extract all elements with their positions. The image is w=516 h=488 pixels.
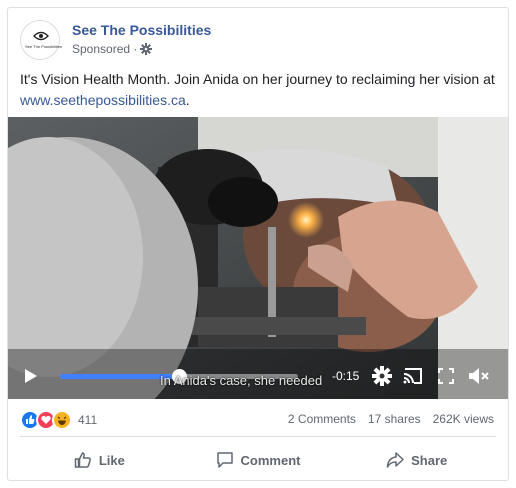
eye-logo-icon bbox=[33, 31, 49, 41]
post-action-bar: Like Comment Share bbox=[20, 444, 496, 476]
reaction-summary[interactable]: 411 bbox=[20, 408, 97, 432]
post-header: See The Possibilities See The Possibilit… bbox=[20, 20, 490, 62]
share-button[interactable]: Share bbox=[337, 444, 496, 476]
video-frame bbox=[8, 117, 508, 399]
cast-icon[interactable] bbox=[403, 368, 423, 384]
share-label: Share bbox=[411, 452, 448, 468]
comment-label: Comment bbox=[240, 452, 301, 468]
reaction-count[interactable]: 411 bbox=[78, 413, 97, 427]
caption-website-link[interactable]: www.seethepossibilities.ca bbox=[20, 92, 186, 108]
caption-text: It's Vision Health Month. Join Anida on … bbox=[20, 71, 495, 87]
mute-icon[interactable] bbox=[468, 367, 490, 385]
thumbs-up-icon bbox=[74, 452, 91, 468]
like-label: Like bbox=[98, 452, 125, 468]
sponsored-label: Sponsored · bbox=[72, 42, 153, 56]
comment-button[interactable]: Comment bbox=[179, 444, 338, 476]
avatar-logo-text: See The Possibilities bbox=[25, 44, 63, 49]
play-icon[interactable] bbox=[25, 369, 37, 383]
video-subtitle: In Anida's case, she needed bbox=[160, 373, 323, 388]
engagement-stats: 2 Comments 17 shares 262K views bbox=[288, 412, 494, 426]
settings-gear-icon[interactable] bbox=[372, 366, 392, 386]
caption-period: . bbox=[185, 92, 190, 108]
shares-count[interactable]: 17 shares bbox=[368, 412, 421, 426]
like-button[interactable]: Like bbox=[20, 444, 179, 476]
gear-icon bbox=[140, 43, 153, 55]
sponsored-text[interactable]: Sponsored · bbox=[72, 42, 137, 56]
page-name-link[interactable]: See The Possibilities bbox=[72, 22, 211, 38]
actions-divider bbox=[20, 436, 496, 437]
video-player[interactable]: In Anida's case, she needed -0:15 bbox=[8, 117, 508, 399]
time-remaining: -0:15 bbox=[332, 369, 360, 383]
page-avatar[interactable]: See The Possibilities bbox=[20, 20, 63, 60]
comments-count[interactable]: 2 Comments bbox=[288, 412, 356, 426]
share-arrow-icon bbox=[386, 452, 404, 468]
comment-bubble-icon bbox=[216, 452, 233, 468]
views-count: 262K views bbox=[432, 412, 494, 426]
haha-reaction-icon bbox=[52, 410, 72, 430]
fullscreen-icon[interactable] bbox=[438, 368, 454, 384]
sponsored-post-card: See The Possibilities See The Possibilit… bbox=[7, 7, 509, 481]
post-caption: It's Vision Health Month. Join Anida on … bbox=[20, 69, 502, 111]
